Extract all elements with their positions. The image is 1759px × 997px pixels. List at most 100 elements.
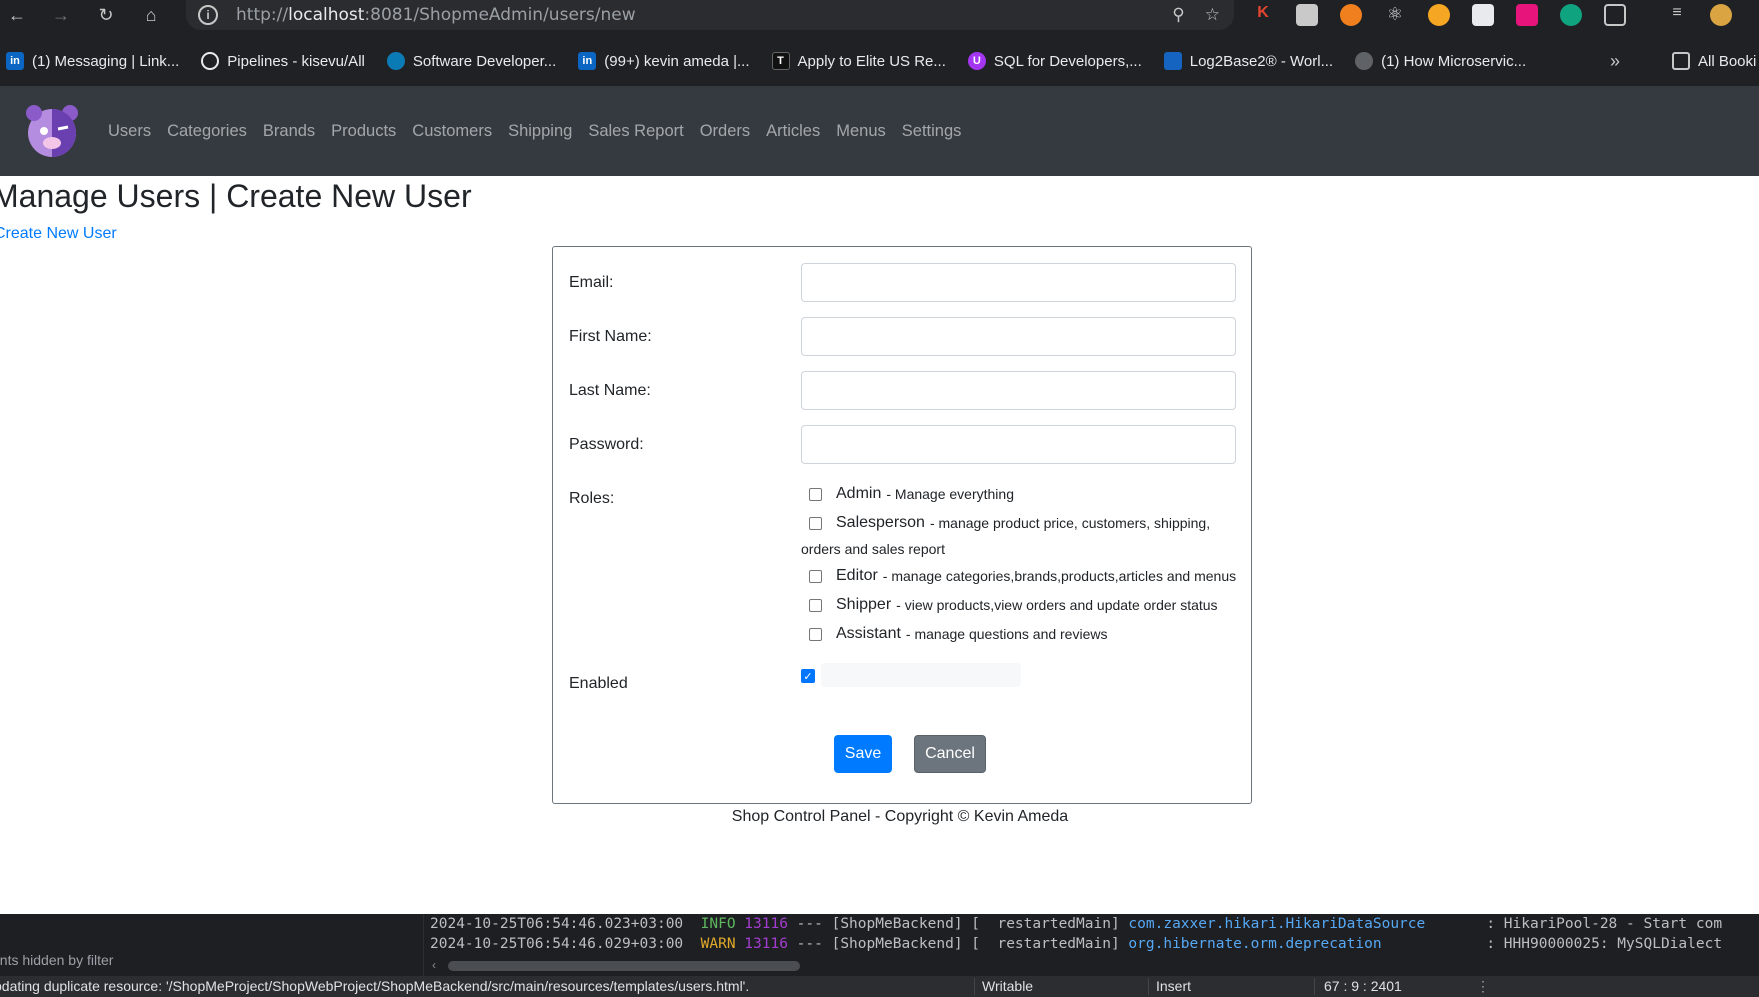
save-button[interactable]: Save xyxy=(834,735,892,773)
status-separator xyxy=(1148,978,1149,995)
grammarly-icon[interactable] xyxy=(1428,4,1450,26)
forward-icon[interactable]: → xyxy=(44,0,78,30)
writable-status[interactable]: Writable xyxy=(982,978,1033,994)
react-devtools-icon[interactable]: ⚛ xyxy=(1384,4,1406,26)
bookmark-item[interactable]: Pipelines - kisevu/All xyxy=(201,52,365,70)
extension-pink-icon[interactable] xyxy=(1516,4,1538,26)
world-icon xyxy=(1355,52,1374,70)
role-shipper-checkbox[interactable] xyxy=(809,598,822,612)
nav-customers[interactable]: Customers xyxy=(412,122,492,141)
log-line: 2024-10-25T06:54:46.029+03:00 WARN 13116… xyxy=(430,936,1723,952)
page-title: Manage Users | Create New User xyxy=(0,178,472,214)
hidden-events-text: ents hidden by filter xyxy=(0,952,114,968)
more-bookmarks-icon[interactable]: » xyxy=(1610,51,1620,72)
nav-sales-report[interactable]: Sales Report xyxy=(588,122,683,141)
role-assistant-checkbox[interactable] xyxy=(809,627,822,641)
role-admin-checkbox[interactable] xyxy=(809,487,822,501)
extension-bag-icon[interactable] xyxy=(1472,4,1494,26)
enabled-checkbox[interactable]: ✓ xyxy=(801,669,815,683)
linkedin-icon: in xyxy=(6,52,24,70)
browser-toolbar: ← → ↻ ⌂ i http://localhost:8081/ShopmeAd… xyxy=(0,0,1759,86)
ide-console: ents hidden by filter 2024-10-25T06:54:4… xyxy=(0,914,1759,976)
cursor-position[interactable]: 67 : 9 : 2401 xyxy=(1324,978,1402,994)
nav-brands[interactable]: Brands xyxy=(263,122,315,141)
role-shipper: Shipper - view products,view orders and u… xyxy=(809,596,1218,614)
scrollbar-thumb[interactable] xyxy=(448,961,800,971)
extensions-puzzle-icon[interactable] xyxy=(1604,4,1626,26)
console-tree: ents hidden by filter xyxy=(0,914,424,976)
last-name-field[interactable] xyxy=(801,371,1236,410)
nav-shipping[interactable]: Shipping xyxy=(508,122,572,141)
nav-users[interactable]: Users xyxy=(108,122,151,141)
role-salesperson-desc-cont: orders and sales report xyxy=(801,541,945,557)
folder-icon xyxy=(1672,52,1690,70)
azure-pipelines-icon xyxy=(201,52,220,70)
bookmark-item[interactable]: in (99+) kevin ameda |... xyxy=(578,52,750,70)
zoom-icon[interactable]: ⚲ xyxy=(1172,5,1184,25)
role-editor-checkbox[interactable] xyxy=(809,569,822,583)
status-message: pdating duplicate resource: '/ShopMeProj… xyxy=(0,978,750,994)
nav-articles[interactable]: Articles xyxy=(766,122,820,141)
roles-label: Roles: xyxy=(569,490,615,507)
create-user-form: Email: First Name: Last Name: Password: … xyxy=(552,246,1252,804)
password-label: Password: xyxy=(569,436,644,453)
extensions-bar: K ⚛ ≡ xyxy=(1252,4,1732,26)
nav-categories[interactable]: Categories xyxy=(167,122,247,141)
hidden-tooltip xyxy=(821,663,1021,687)
url-text: http://localhost:8081/ShopmeAdmin/users/… xyxy=(236,5,636,25)
horizontal-scrollbar[interactable]: ‹ xyxy=(430,958,1759,974)
bookmark-item[interactable]: U SQL for Developers,... xyxy=(967,52,1142,70)
bookmark-item[interactable]: Log2Base2® - Worl... xyxy=(1163,52,1333,70)
bookmark-item[interactable]: (1) How Microservic... xyxy=(1355,52,1526,70)
role-assistant: Assistant - manage questions and reviews xyxy=(809,625,1107,643)
role-salesperson: Salesperson - manage product price, custo… xyxy=(809,514,1210,532)
first-name-field[interactable] xyxy=(801,317,1236,356)
email-field[interactable] xyxy=(801,263,1236,302)
first-name-label: First Name: xyxy=(569,328,652,345)
nav-products[interactable]: Products xyxy=(331,122,396,141)
scroll-left-icon[interactable]: ‹ xyxy=(432,958,436,972)
home-icon[interactable]: ⌂ xyxy=(134,0,168,30)
page-footer: Shop Control Panel - Copyright © Kevin A… xyxy=(731,808,1069,825)
back-icon[interactable]: ← xyxy=(0,0,34,30)
nav-orders[interactable]: Orders xyxy=(700,122,750,141)
address-bar[interactable]: i http://localhost:8081/ShopmeAdmin/user… xyxy=(186,0,1234,30)
insert-mode-status[interactable]: Insert xyxy=(1156,978,1191,994)
bookmark-item[interactable]: Software Developer... xyxy=(386,52,556,70)
ide-statusbar: pdating duplicate resource: '/ShopMeProj… xyxy=(0,976,1759,997)
bookmark-item[interactable]: T Apply to Elite US Re... xyxy=(771,52,946,70)
extension-image-icon[interactable] xyxy=(1296,4,1318,26)
role-admin: Admin - Manage everything xyxy=(809,485,1014,503)
shop-logo-icon[interactable] xyxy=(22,103,82,159)
site-info-icon[interactable]: i xyxy=(198,5,218,25)
nav-menus[interactable]: Menus xyxy=(836,122,886,141)
globe-icon xyxy=(386,52,405,70)
email-label: Email: xyxy=(569,274,614,291)
status-separator xyxy=(1314,978,1315,995)
enabled-label: Enabled xyxy=(569,675,628,692)
reading-list-icon[interactable]: ≡ xyxy=(1666,4,1688,26)
log-line: 2024-10-25T06:54:46.023+03:00 INFO 13116… xyxy=(430,916,1723,932)
extension-k-icon[interactable]: K xyxy=(1252,4,1274,26)
role-editor: Editor - manage categories,brands,product… xyxy=(809,567,1236,585)
status-separator xyxy=(974,978,975,995)
page-subtitle: Create New User xyxy=(0,225,117,242)
turing-icon: T xyxy=(771,52,790,70)
bookmark-item[interactable]: in (1) Messaging | Link... xyxy=(6,52,179,70)
all-bookmarks-button[interactable]: All Booki xyxy=(1672,52,1756,70)
log2base2-icon xyxy=(1163,52,1182,70)
cancel-button[interactable]: Cancel xyxy=(914,735,986,773)
password-field[interactable] xyxy=(801,425,1236,464)
bookmark-star-icon[interactable]: ☆ xyxy=(1205,5,1220,25)
chatgpt-icon[interactable] xyxy=(1560,4,1582,26)
profile-avatar-icon[interactable] xyxy=(1710,4,1732,26)
udemy-icon: U xyxy=(967,52,986,70)
last-name-label: Last Name: xyxy=(569,382,651,399)
app-navbar: Users Categories Brands Products Custome… xyxy=(0,86,1759,176)
more-icon[interactable]: ⋮ xyxy=(1476,978,1490,995)
nav-settings[interactable]: Settings xyxy=(902,122,962,141)
role-salesperson-checkbox[interactable] xyxy=(809,516,822,530)
extension-orange-icon[interactable] xyxy=(1340,4,1362,26)
reload-icon[interactable]: ↻ xyxy=(89,0,123,30)
linkedin-icon: in xyxy=(578,52,597,70)
